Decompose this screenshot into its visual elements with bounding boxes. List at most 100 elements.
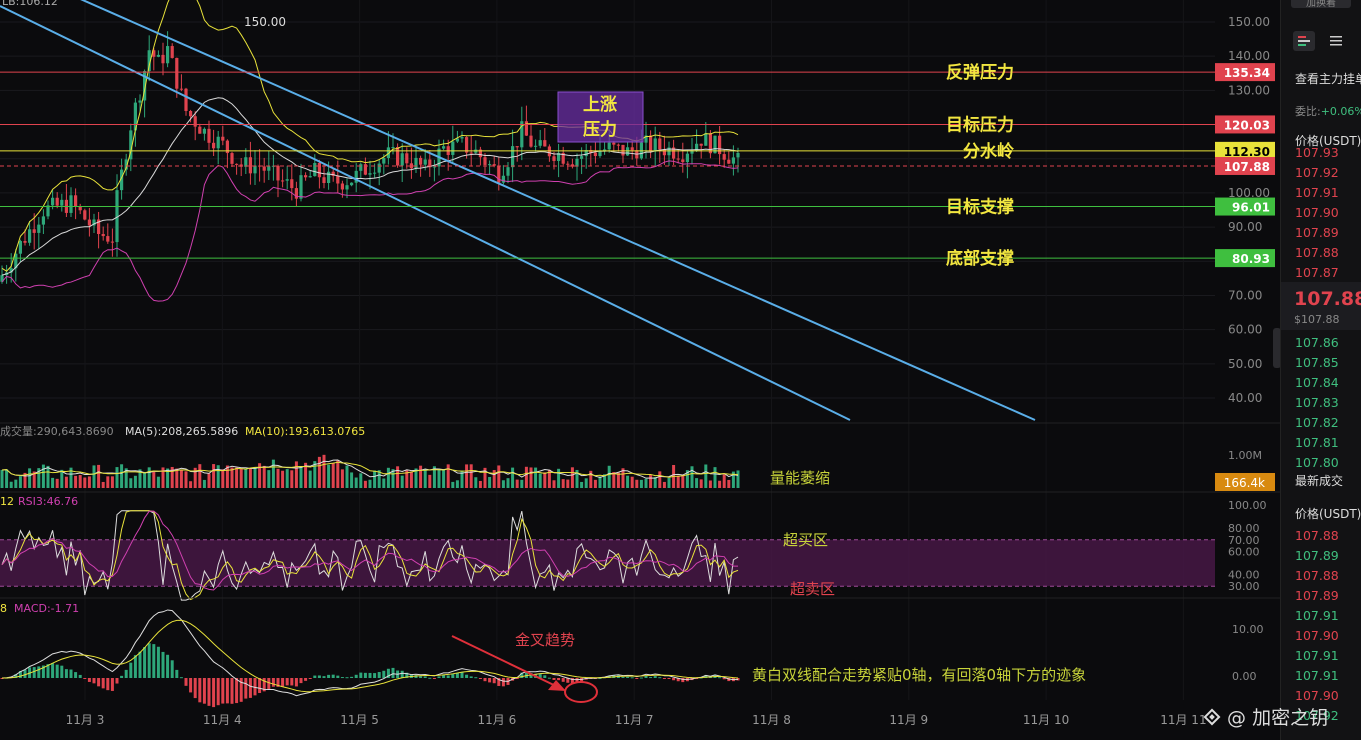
trade-price-row[interactable]: 107.89	[1295, 548, 1339, 563]
macd-histogram-bar	[451, 674, 455, 678]
volume-bar	[230, 467, 234, 488]
volume-bar	[658, 471, 662, 488]
volume-bar	[147, 467, 151, 488]
volume-ma5: MA(5):208,265.5896	[125, 425, 238, 438]
candle-body	[322, 177, 326, 184]
volume-bar	[704, 464, 708, 488]
trade-price-row[interactable]: 107.88	[1295, 568, 1339, 583]
candle-body	[451, 141, 455, 155]
candle-body	[400, 153, 404, 166]
ask-price-row[interactable]: 107.91	[1295, 185, 1339, 200]
bid-price-row[interactable]: 107.82	[1295, 415, 1339, 430]
volume-bar	[630, 476, 634, 488]
candle-body	[336, 175, 340, 184]
trade-price-row[interactable]: 107.91	[1295, 608, 1339, 623]
chart-canvas[interactable]: 150.00140.00130.00120.00110.00100.0090.0…	[0, 0, 1280, 740]
macd-histogram-bar	[432, 678, 436, 679]
ask-price-row[interactable]: 107.87	[1295, 265, 1339, 280]
volume-bar	[695, 478, 699, 488]
order-book-panel: 加换着 查看主力挂单 委比:+0.06% 价格(USDT) 107.93 107.…	[1280, 0, 1361, 740]
bid-price-row[interactable]: 107.80	[1295, 455, 1339, 470]
volume-bar	[478, 480, 482, 488]
volume-bar	[639, 479, 643, 488]
volume-bar	[451, 481, 455, 488]
trade-price-row[interactable]: 107.91	[1295, 648, 1339, 663]
volume-bar	[538, 473, 542, 488]
macd-histogram-bar	[170, 660, 174, 678]
ratio: 委比:+0.06%	[1295, 103, 1361, 119]
macd-histogram-bar	[419, 676, 423, 678]
ask-price-row[interactable]: 107.93	[1295, 145, 1339, 160]
candle-body	[704, 133, 708, 146]
level-value: 112.30	[1224, 145, 1270, 159]
macd-histogram-bar	[345, 677, 349, 679]
list-view-icon[interactable]	[1325, 31, 1347, 51]
volume-bar	[281, 470, 285, 488]
candle-body	[345, 185, 349, 190]
ask-price-row[interactable]: 107.89	[1295, 225, 1339, 240]
y-tick-label: 90.00	[1228, 220, 1262, 234]
volume-bar	[189, 481, 193, 488]
candle-body	[616, 144, 620, 146]
volume-bar	[437, 468, 441, 488]
candle-body	[41, 216, 45, 225]
trade-price-row[interactable]: 107.89	[1295, 588, 1339, 603]
macd-histogram-bar	[543, 675, 547, 678]
volume-bar	[156, 476, 160, 488]
volume-bar	[368, 479, 372, 488]
trade-price-row[interactable]: 107.90	[1295, 688, 1339, 703]
bid-price-row[interactable]: 107.86	[1295, 335, 1339, 350]
candle-body	[87, 219, 91, 226]
trade-price-row[interactable]: 107.90	[1295, 628, 1339, 643]
ratio-value: +0.06%	[1320, 105, 1361, 118]
x-tick-label: 11月 7	[615, 713, 654, 727]
volume-ma5-line	[1, 459, 739, 479]
bid-price-row[interactable]: 107.84	[1295, 375, 1339, 390]
candle-body	[552, 156, 556, 161]
bid-price-row[interactable]: 107.81	[1295, 435, 1339, 450]
ask-price-row[interactable]: 107.88	[1295, 245, 1339, 260]
orderbook-view-icon[interactable]	[1293, 31, 1315, 51]
volume-bar	[221, 469, 225, 488]
volume-bar	[184, 471, 188, 488]
ask-price-row[interactable]: 107.90	[1295, 205, 1339, 220]
channel-line-upper	[80, 0, 1036, 421]
ask-price-row[interactable]: 107.92	[1295, 165, 1339, 180]
volume-bar	[474, 477, 478, 488]
candle-body	[138, 100, 142, 103]
volume-bar	[511, 467, 515, 488]
candle-body	[488, 164, 492, 166]
volume-bar	[520, 479, 524, 488]
candle-body	[207, 128, 211, 143]
chart-area[interactable]: 150.00140.00130.00120.00110.00100.0090.0…	[0, 0, 1280, 740]
level-value: 107.88	[1224, 160, 1270, 174]
candle-body	[60, 199, 64, 206]
macd-histogram-bar	[124, 669, 128, 678]
volume-bar	[676, 475, 680, 488]
volume-bar	[584, 478, 588, 488]
volume-bar	[396, 466, 400, 488]
macd-histogram-bar	[32, 667, 36, 678]
volume-bar	[152, 471, 156, 488]
volume-ma10-line	[1, 461, 739, 478]
macd-histogram-bar	[658, 677, 662, 679]
candle-body	[630, 147, 634, 151]
macd-histogram-bar	[469, 676, 473, 678]
macd-histogram-bar	[455, 672, 459, 678]
top-button[interactable]: 加换着	[1291, 0, 1351, 9]
macd-histogram-bar	[492, 678, 496, 684]
candle-body	[290, 179, 294, 189]
trade-price-row[interactable]: 107.91	[1295, 668, 1339, 683]
x-tick-label: 11月 5	[340, 713, 379, 727]
macd-value: MACD:-1.71	[14, 602, 79, 615]
macd-histogram-bar	[294, 678, 298, 687]
volume-bar	[635, 479, 639, 488]
volume-bar	[649, 474, 653, 488]
macd-histogram-bar	[340, 677, 344, 679]
candle-body	[492, 164, 496, 166]
volume-bar	[699, 479, 703, 488]
bid-price-row[interactable]: 107.83	[1295, 395, 1339, 410]
macd-histogram-bar	[313, 675, 317, 678]
trade-price-row[interactable]: 107.88	[1295, 528, 1339, 543]
bid-price-row[interactable]: 107.85	[1295, 355, 1339, 370]
